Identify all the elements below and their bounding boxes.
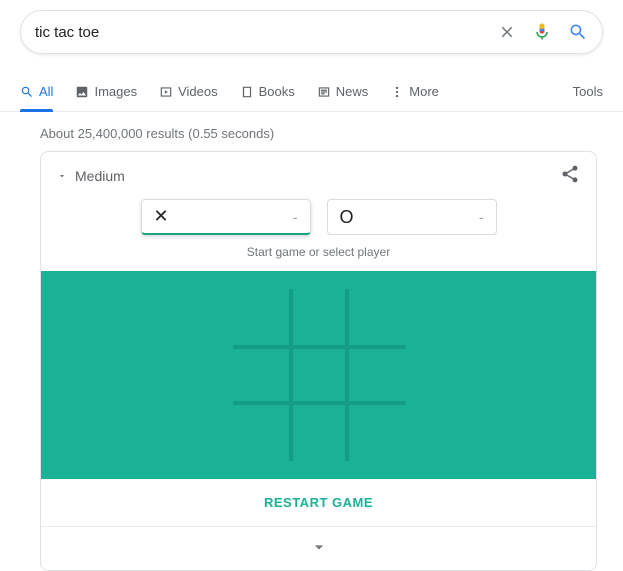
player-o-mark: O: [340, 207, 354, 228]
tools-button[interactable]: Tools: [573, 84, 603, 99]
difficulty-selector[interactable]: Medium: [57, 168, 125, 184]
search-icon[interactable]: [568, 22, 588, 42]
tab-books-label: Books: [259, 84, 295, 99]
tab-videos[interactable]: Videos: [159, 72, 218, 111]
game-board-area: [41, 271, 596, 479]
player-o-box[interactable]: O -: [327, 199, 497, 235]
expand-button[interactable]: [41, 527, 596, 570]
start-hint: Start game or select player: [41, 239, 596, 271]
cell-1-0[interactable]: [233, 346, 290, 403]
tic-tac-toe-card: Medium ✕ - O - Start game or select play…: [40, 151, 597, 571]
cell-1-1[interactable]: [290, 346, 347, 403]
cell-1-2[interactable]: [347, 346, 404, 403]
cell-0-0[interactable]: [233, 289, 290, 346]
share-icon[interactable]: [560, 164, 580, 187]
player-o-score: -: [479, 209, 484, 225]
tab-all[interactable]: All: [20, 72, 53, 111]
caret-down-icon: [57, 171, 67, 181]
tab-more-label: More: [409, 84, 439, 99]
cell-2-2[interactable]: [347, 404, 404, 461]
tab-more[interactable]: More: [390, 72, 439, 111]
difficulty-label: Medium: [75, 168, 125, 184]
restart-button[interactable]: RESTART GAME: [41, 479, 596, 527]
player-x-mark: ✕: [154, 206, 169, 227]
tab-news[interactable]: News: [317, 72, 369, 111]
search-box: [20, 10, 603, 54]
videos-icon: [159, 85, 173, 99]
search-input[interactable]: [35, 24, 498, 41]
player-x-score: -: [293, 209, 298, 225]
news-icon: [317, 85, 331, 99]
tab-books[interactable]: Books: [240, 72, 295, 111]
cell-2-1[interactable]: [290, 404, 347, 461]
game-board: [233, 289, 405, 461]
clear-icon[interactable]: [498, 23, 516, 41]
books-icon: [240, 85, 254, 99]
cell-0-2[interactable]: [347, 289, 404, 346]
cell-2-0[interactable]: [233, 404, 290, 461]
result-stats: About 25,400,000 results (0.55 seconds): [0, 112, 623, 151]
tab-news-label: News: [336, 84, 369, 99]
tab-images[interactable]: Images: [75, 72, 137, 111]
tab-videos-label: Videos: [178, 84, 218, 99]
more-vert-icon: [390, 85, 404, 99]
cell-0-1[interactable]: [290, 289, 347, 346]
images-icon: [75, 85, 89, 99]
tab-all-label: All: [39, 84, 53, 99]
player-x-box[interactable]: ✕ -: [141, 199, 311, 235]
mic-icon[interactable]: [532, 22, 552, 42]
chevron-down-icon: [309, 537, 329, 557]
tab-images-label: Images: [94, 84, 137, 99]
search-small-icon: [20, 85, 34, 99]
